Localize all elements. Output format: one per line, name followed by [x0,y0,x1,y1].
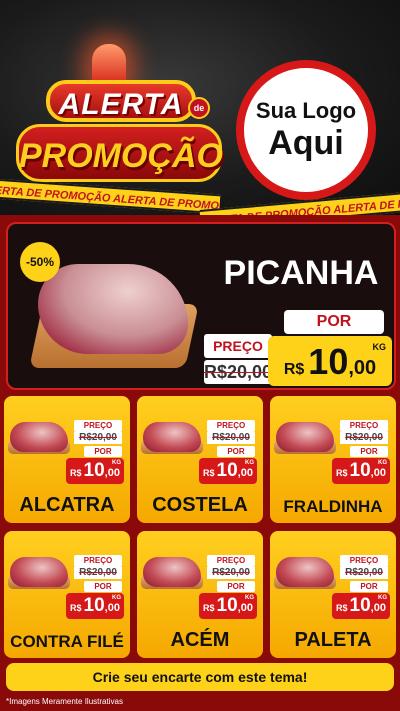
product-name: PALETA [294,629,372,651]
product-name: FRALDINHA [283,497,383,516]
old-price: R$20,00 [340,432,388,444]
currency: R$ [70,603,82,613]
currency: R$ [283,361,305,378]
product-name: ACÉM [170,629,230,651]
header-banner: ALERTA de PROMOÇÃO Sua Logo Aqui ALERTA … [0,0,400,215]
price-dec: ,00 [237,602,253,614]
price-dec: ,00 [348,357,377,379]
currency: R$ [203,468,215,478]
price-int: 10 [349,460,371,481]
preco-label: PREÇO [207,420,255,432]
currency: R$ [336,603,348,613]
logo-placeholder[interactable]: Sua Logo Aqui [236,60,376,200]
product-card[interactable]: PREÇO R$20,00 POR R$ 10 ,00 KG FRALDINHA [270,396,396,523]
product-card[interactable]: PREÇO R$20,00 POR R$ 10 ,00 KG CONTRA FI… [4,531,130,658]
price-tag: R$ 10 ,00 KG [66,593,124,619]
old-price: R$20,00 [207,567,255,579]
logo-line2: Aqui [268,124,344,162]
price-dec: ,00 [370,467,386,479]
product-name: CONTRA FILÉ [10,632,124,651]
old-price: R$20,00 [74,432,122,444]
product-name: COSTELA [152,494,248,516]
currency: R$ [203,603,215,613]
old-price: R$20,00 [340,567,388,579]
price-dec: ,00 [237,467,253,479]
promocao-title: PROMOÇÃO [16,124,223,182]
preco-label: PREÇO [340,420,388,432]
siren-icon [92,44,126,84]
price-int: 10 [308,341,349,382]
unit: KG [378,460,387,466]
unit: KG [245,595,254,601]
currency: R$ [70,468,82,478]
preco-label: PREÇO [204,334,272,358]
price-dec: ,00 [370,602,386,614]
old-price: R$20,00 [207,432,255,444]
unit: KG [245,460,254,466]
por-label: POR [350,446,388,457]
unit: KG [372,342,387,352]
unit: KG [378,595,387,601]
por-label: POR [84,581,122,592]
featured-price: R$ 10 ,00 KG [268,336,392,386]
price-dec: ,00 [104,467,120,479]
meat-image [276,557,334,587]
por-label: POR [217,581,255,592]
featured-product[interactable]: -50% PICANHA PREÇO R$20,00 POR R$ 10 ,00… [6,222,396,390]
unit: KG [112,460,121,466]
product-card[interactable]: PREÇO R$20,00 POR R$ 10 ,00 KG ALCATRA [4,396,130,523]
featured-title: PICANHA [223,254,379,292]
currency: R$ [336,468,348,478]
preco-label: PREÇO [340,555,388,567]
meat-image [276,422,334,452]
product-card[interactable]: PREÇO R$20,00 POR R$ 10 ,00 KG PALETA [270,531,396,658]
meat-image [10,557,68,587]
meat-image [143,557,201,587]
por-label: POR [84,446,122,457]
product-name: ALCATRA [19,494,115,516]
price-tag: R$ 10 ,00 KG [332,458,390,484]
meat-image [143,422,201,452]
old-price: R$20,00 [204,360,273,384]
product-card[interactable]: PREÇO R$20,00 POR R$ 10 ,00 KG ACÉM [137,531,263,658]
price-dec: ,00 [104,602,120,614]
product-card[interactable]: PREÇO R$20,00 POR R$ 10 ,00 KG COSTELA [137,396,263,523]
logo-line1: Sua Logo [255,98,357,123]
de-badge: de [188,97,210,119]
preco-label: PREÇO [74,555,122,567]
price-int: 10 [349,595,371,616]
price-tag: R$ 10 ,00 KG [199,593,257,619]
preco-label: PREÇO [207,555,255,567]
price-int: 10 [216,460,238,481]
por-label: POR [350,581,388,592]
price-tag: R$ 10 ,00 KG [332,593,390,619]
price-int: 10 [83,460,105,481]
price-int: 10 [216,595,238,616]
price-tag: R$ 10 ,00 KG [199,458,257,484]
alerta-title: ALERTA [46,80,196,122]
footnote: *Imagens Meramente Ilustrativas [6,697,123,706]
cta-banner[interactable]: Crie seu encarte com este tema! [6,663,394,691]
picanha-image [38,264,188,354]
price-int: 10 [83,595,105,616]
unit: KG [112,595,121,601]
meat-image [10,422,68,452]
old-price: R$20,00 [74,567,122,579]
por-label: POR [284,310,384,334]
preco-label: PREÇO [74,420,122,432]
price-tag: R$ 10 ,00 KG [66,458,124,484]
por-label: POR [217,446,255,457]
discount-badge: -50% [20,242,60,282]
product-grid: PREÇO R$20,00 POR R$ 10 ,00 KG ALCATRA P… [4,396,396,658]
